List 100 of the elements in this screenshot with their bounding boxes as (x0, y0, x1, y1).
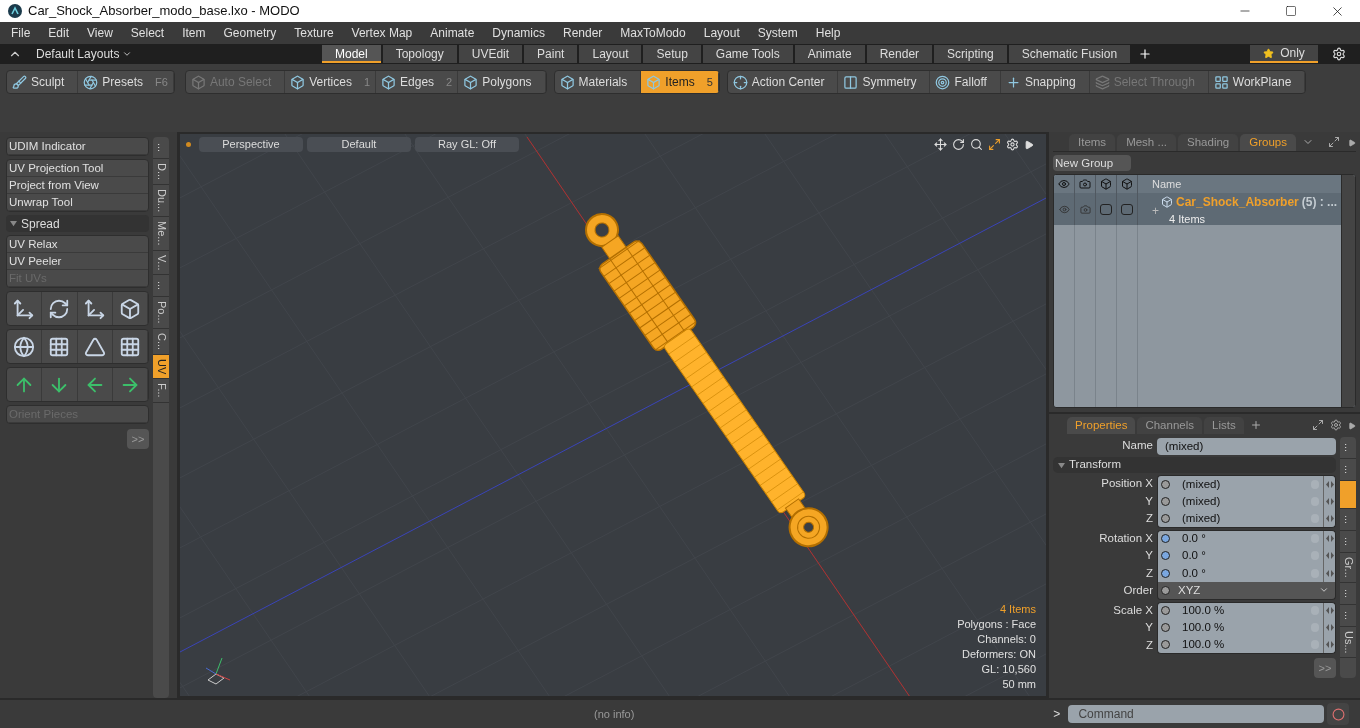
stepper-icon[interactable] (1325, 497, 1334, 505)
menu-item[interactable]: System (748, 24, 807, 42)
menu-item[interactable]: View (78, 24, 122, 42)
stepper-icon[interactable] (1325, 514, 1334, 522)
panel-tab[interactable]: Groups (1240, 134, 1296, 151)
tool-button[interactable]: UDIM Indicator (7, 138, 148, 155)
side-tab[interactable]: Po... (153, 297, 169, 329)
toolbar-button[interactable]: Sculpt (7, 71, 79, 93)
tool-button[interactable]: UV Projection Tool (7, 160, 148, 177)
viewport-button[interactable]: Perspective (199, 137, 303, 152)
play-icon[interactable] (1348, 422, 1356, 430)
stepper-icon[interactable] (1325, 535, 1334, 543)
only-button[interactable]: Only (1250, 45, 1318, 63)
side-tab[interactable]: ... (1340, 582, 1356, 605)
side-tab[interactable]: Gr... (1340, 553, 1356, 583)
layout-tab[interactable]: UVEdit (458, 45, 523, 63)
maximize-icon[interactable] (988, 138, 1001, 151)
menu-item[interactable]: Edit (39, 24, 79, 42)
layouts-dropdown[interactable]: Default Layouts (36, 45, 322, 63)
stepper-icon[interactable] (1325, 624, 1334, 632)
section-header[interactable]: Transform (1053, 457, 1336, 473)
tool-button[interactable]: Project from View (7, 177, 148, 194)
menu-item[interactable]: Dynamics (483, 24, 554, 42)
menu-item[interactable]: Vertex Map (342, 24, 422, 42)
panel-tab[interactable]: Channels (1137, 417, 1202, 434)
side-tab[interactable]: ... (153, 275, 169, 298)
layout-tab[interactable]: Scripting (934, 45, 1007, 63)
panel-tab[interactable]: Items (1069, 134, 1116, 151)
tool-button[interactable]: Unwrap Tool (7, 194, 148, 211)
panel-tab[interactable]: Properties (1067, 417, 1136, 434)
add-tab-icon[interactable] (1138, 47, 1153, 61)
layout-tab[interactable]: Model (322, 45, 381, 63)
stepper-icon[interactable] (1325, 480, 1334, 488)
toolbar-button[interactable]: Items 5 (641, 71, 719, 93)
expand-icon[interactable] (1328, 136, 1340, 148)
new-group-button[interactable]: New Group (1053, 155, 1131, 171)
layout-tab[interactable]: Layout (579, 45, 642, 63)
menu-item[interactable]: Help (806, 24, 850, 42)
toolbar-button[interactable]: Snapping (1000, 71, 1090, 93)
layout-tab[interactable]: Game Tools (702, 45, 793, 63)
toolbar-button[interactable]: Polygons (458, 71, 546, 93)
side-tab[interactable]: ... (1340, 509, 1356, 531)
viewport[interactable]: Perspective Default Ray GL: Off 4 Items Polygons : Face Channels: 0 Deformers: ON GL: 10,560 50 mm (178, 132, 1048, 698)
menu-item[interactable]: Geometry (214, 24, 286, 42)
layout-tab[interactable]: Animate (794, 45, 865, 63)
side-tab[interactable]: Du... (153, 185, 169, 218)
side-tab[interactable]: ... (153, 137, 169, 159)
side-tab[interactable]: F... (153, 379, 169, 403)
panel-tab[interactable]: Mesh ... (1117, 134, 1177, 151)
side-tab[interactable]: UV (153, 355, 169, 380)
side-tab[interactable] (1340, 481, 1356, 509)
toolbar-button[interactable]: WorkPlane (1208, 71, 1306, 93)
menu-item[interactable]: MaxToModo (611, 24, 695, 42)
toolbar-button[interactable]: Action Center (727, 71, 839, 93)
side-tab[interactable]: V... (153, 250, 169, 276)
menu-item[interactable]: Animate (421, 24, 484, 42)
menu-item[interactable]: Texture (285, 24, 343, 42)
panel-tab[interactable]: Lists (1204, 417, 1244, 434)
layout-tab[interactable]: Setup (643, 45, 701, 63)
toolbar-button[interactable]: Presets F6 (78, 71, 174, 93)
record-button[interactable] (1327, 703, 1350, 725)
stepper-icon[interactable] (1325, 641, 1334, 649)
side-tab[interactable]: ... (1340, 604, 1356, 627)
layout-tab[interactable]: Paint (524, 45, 578, 63)
play-icon[interactable] (1348, 139, 1356, 147)
menu-item[interactable]: Item (173, 24, 215, 42)
menu-item[interactable]: File (2, 24, 40, 42)
scrollbar[interactable] (1341, 175, 1355, 407)
command-field[interactable]: Command (1068, 705, 1325, 723)
side-tab[interactable]: ... (1340, 531, 1356, 553)
stepper-icon[interactable] (1325, 552, 1334, 560)
side-tab[interactable]: D... (153, 159, 169, 186)
side-tab[interactable]: Me... (153, 217, 169, 251)
tool-button[interactable]: UV Peeler (7, 253, 148, 270)
eye-icon[interactable] (1058, 203, 1070, 215)
toolbar-button[interactable]: Edges 2 (376, 71, 459, 93)
menu-item[interactable]: Layout (694, 24, 749, 42)
stepper-icon[interactable] (1325, 569, 1334, 577)
search-icon[interactable] (970, 138, 983, 151)
toolbar-button[interactable]: Symmetry (838, 71, 931, 93)
menu-item[interactable]: Render (554, 24, 612, 42)
move-icon[interactable] (934, 138, 947, 151)
expand-icon[interactable] (1312, 419, 1324, 431)
viewport-button[interactable]: Default (307, 137, 411, 152)
side-tab[interactable]: Us... (1340, 626, 1356, 659)
panel-tab[interactable]: Shading (1178, 134, 1239, 151)
rotate-icon[interactable] (952, 138, 965, 151)
toolbar-button[interactable]: Vertices 1 (285, 71, 377, 93)
add-tab-icon[interactable] (1249, 419, 1262, 431)
layout-tab[interactable]: Topology (382, 45, 457, 63)
toolbar-button[interactable]: Falloff (930, 71, 1001, 93)
side-tab[interactable]: ... (1340, 437, 1356, 459)
viewport-button[interactable]: Ray GL: Off (415, 137, 519, 152)
layout-tab[interactable]: Render (866, 45, 933, 63)
section-header[interactable]: Spread (6, 215, 149, 232)
layout-tab[interactable]: Schematic Fusion (1008, 45, 1131, 63)
tool-button[interactable]: UV Relax (7, 236, 148, 253)
stepper-icon[interactable] (1325, 607, 1334, 615)
menu-item[interactable]: Select (121, 24, 174, 42)
name-field[interactable]: (mixed) (1157, 437, 1336, 455)
